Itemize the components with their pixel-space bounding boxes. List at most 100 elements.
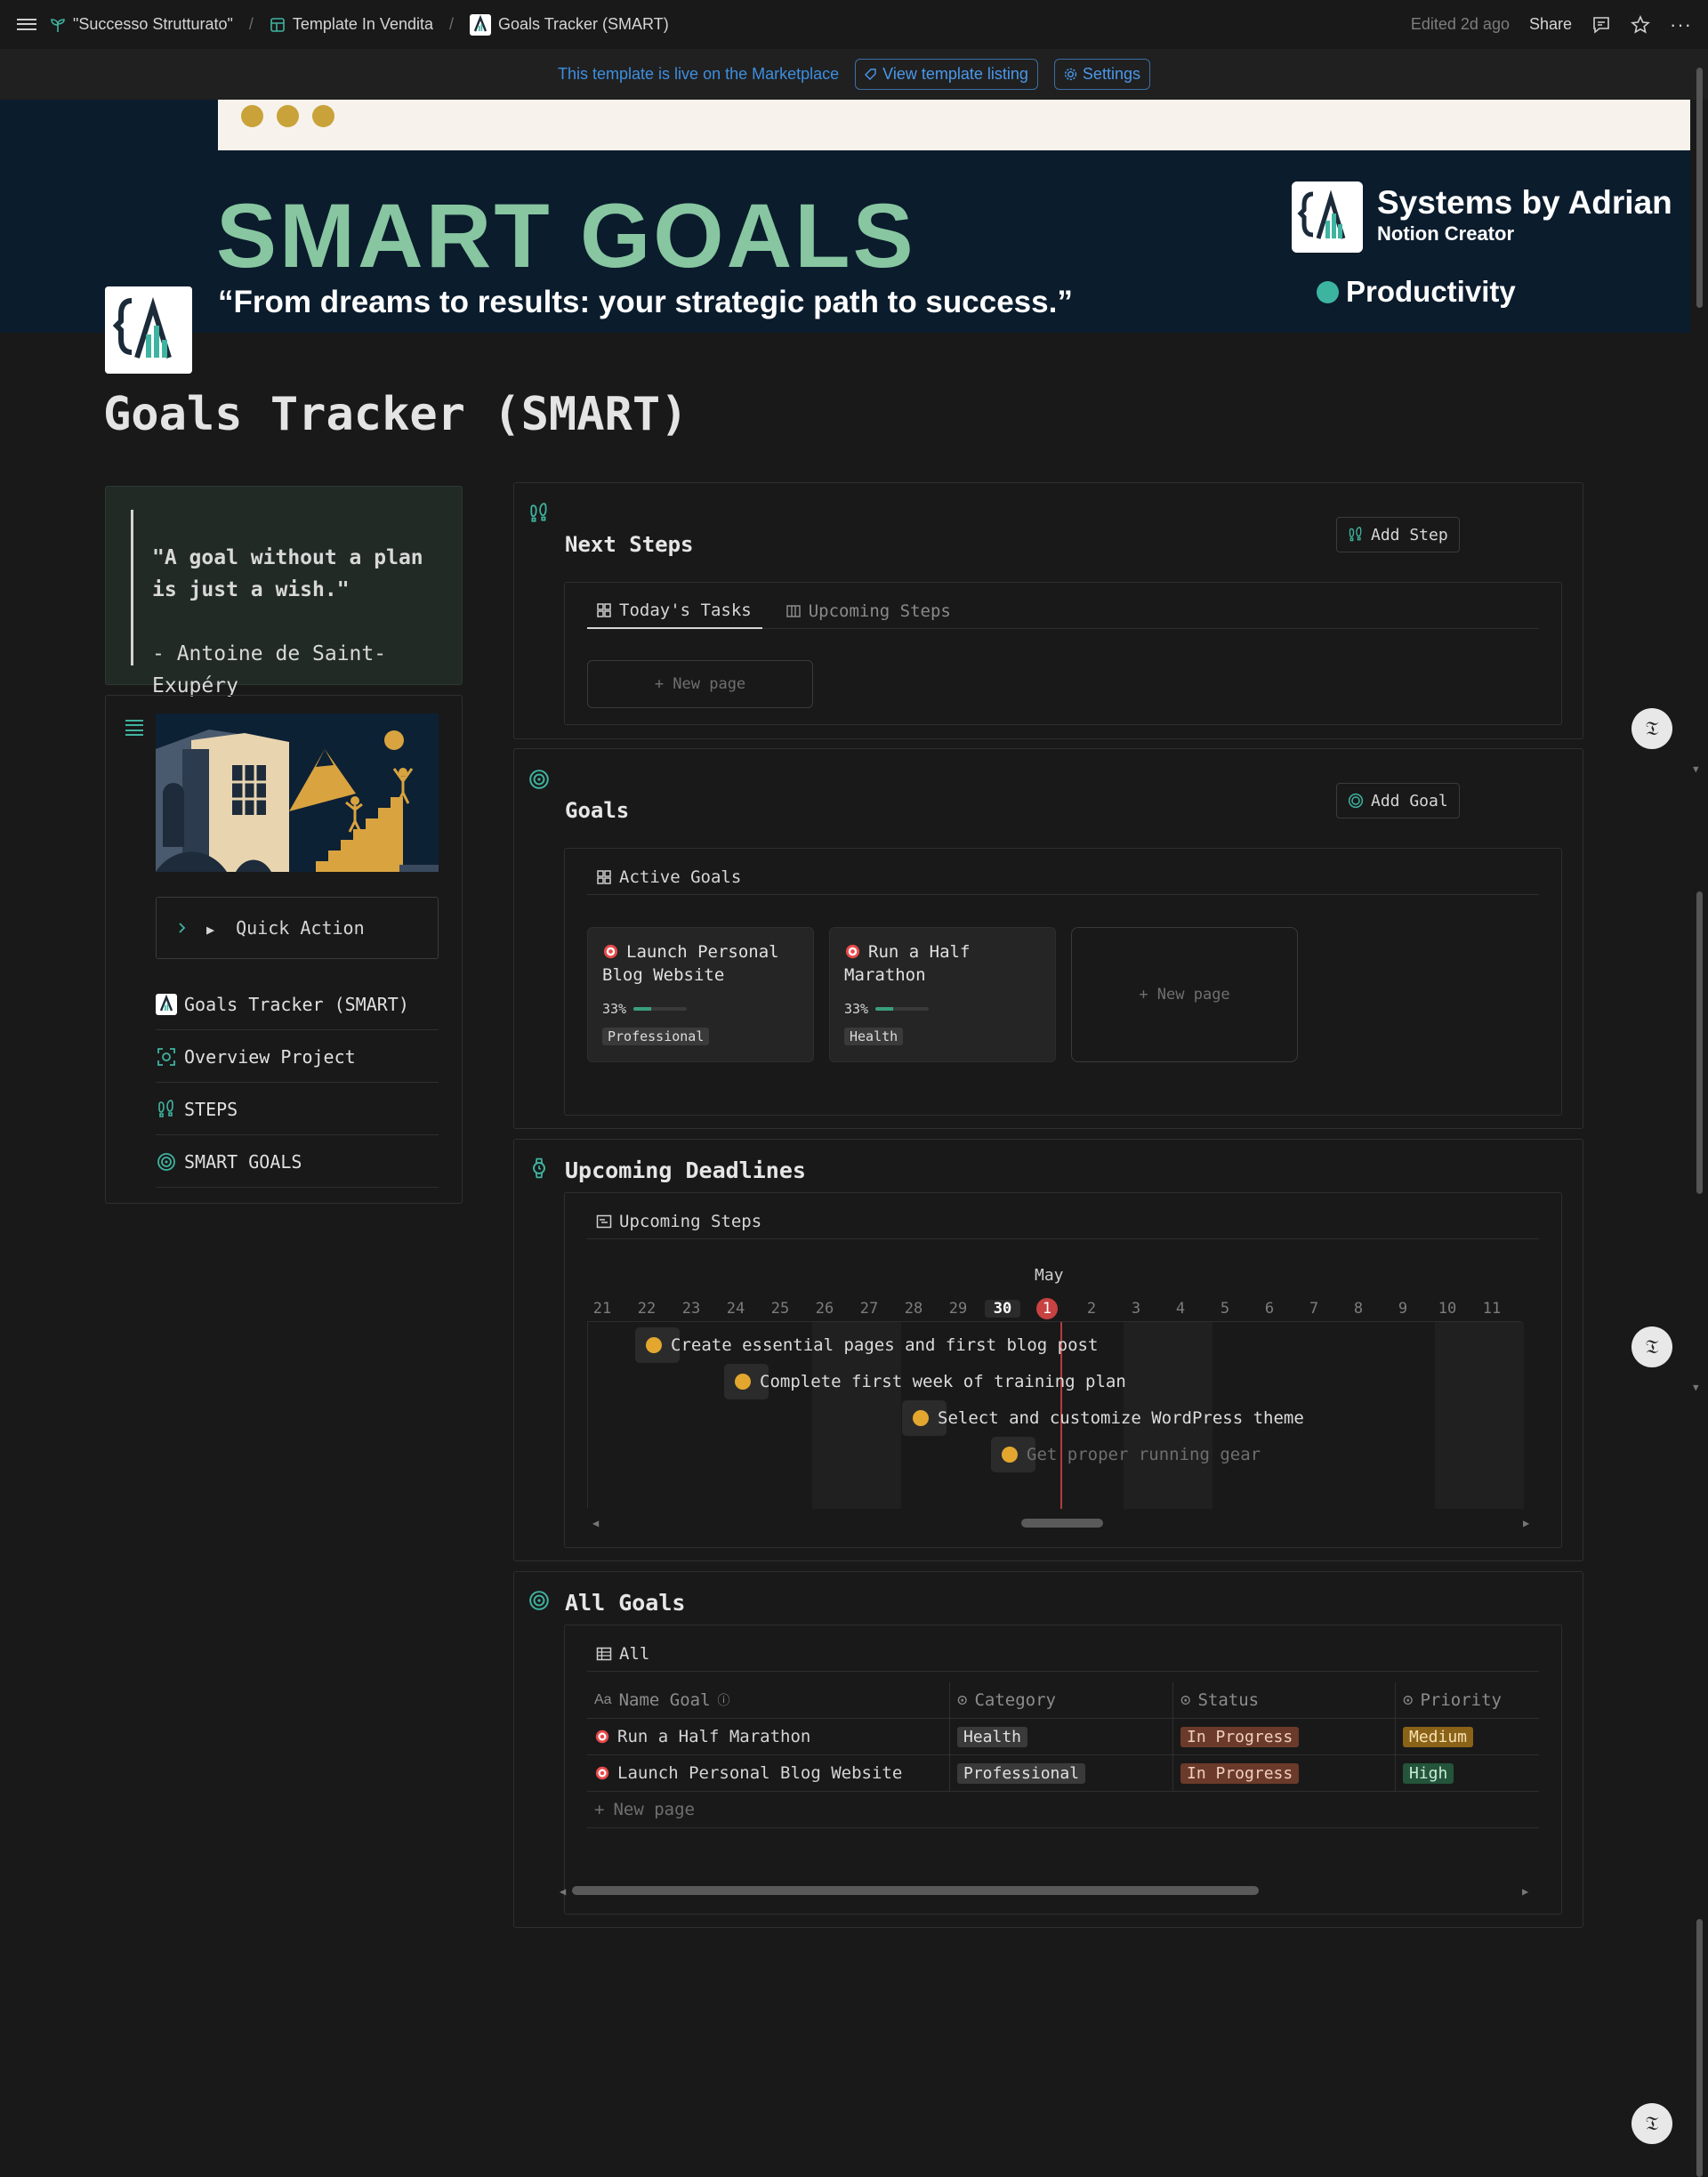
add-step-button[interactable]: Add Step — [1336, 517, 1460, 552]
scroll-left-arrow-icon[interactable]: ◀ — [560, 1885, 566, 1898]
horizontal-scrollbar[interactable] — [1021, 1519, 1103, 1528]
tab-upcoming-steps[interactable]: Upcoming Steps — [777, 593, 962, 629]
scrollbar-thumb[interactable] — [1696, 68, 1703, 308]
column-header-category[interactable]: ⊙ Category — [950, 1681, 1173, 1719]
text-type-icon: Aa — [594, 1692, 612, 1707]
all-goals-tabs: All — [587, 1636, 1539, 1672]
tag-icon — [865, 68, 876, 80]
scrollbar-thumb[interactable] — [1696, 1919, 1703, 2177]
tab-upcoming-steps-timeline[interactable]: Upcoming Steps — [587, 1204, 772, 1239]
scrollbar-thumb[interactable] — [1696, 891, 1703, 1194]
table-row[interactable]: Run a Half Marathon Health In Progress M… — [587, 1718, 1539, 1755]
new-page-row[interactable]: + New page — [587, 1792, 1539, 1828]
table-row[interactable]: Launch Personal Blog Website Professiona… — [587, 1754, 1539, 1792]
gear-icon — [1064, 68, 1077, 81]
horizontal-scrollbar[interactable] — [572, 1886, 1259, 1895]
timeline-day-label: 28 — [904, 1300, 923, 1318]
column-header-name[interactable]: Aa Name Goal ⓘ — [587, 1681, 950, 1719]
timeline-day-label: 2 — [1086, 1300, 1097, 1318]
progress-bar — [633, 1007, 688, 1011]
view-template-listing-button[interactable]: View template listing — [855, 59, 1038, 90]
scroll-right-arrow-icon[interactable]: ▶ — [1522, 1885, 1528, 1898]
new-page-button[interactable]: + New page — [587, 660, 813, 708]
scroll-right-arrow-icon[interactable]: ▶ — [1523, 1517, 1529, 1529]
timeline[interactable]: May 21 22 23 24 25 26 27 28 29 30 1 2 3 4 5 6 7 8 9 10 11 Cr… — [587, 1257, 1539, 1533]
ai-helper-button[interactable]: 𝔗 — [1631, 1326, 1672, 1367]
timeline-day-label: 7 — [1309, 1300, 1319, 1318]
timeline-task[interactable]: Complete first week of training plan — [724, 1364, 1126, 1399]
nav-item-smart-goals[interactable]: SMART GOALS — [156, 1136, 439, 1188]
breadcrumb-item-workspace[interactable]: "Successo Strutturato" — [50, 15, 233, 34]
column-header-status[interactable]: ⊙ Status — [1173, 1681, 1396, 1719]
clock-icon — [646, 1337, 662, 1353]
category-pill: Professional — [957, 1762, 1086, 1784]
select-type-icon: ⊙ — [1403, 1690, 1414, 1710]
breadcrumb: "Successo Strutturato" / Template In Ven… — [50, 13, 669, 36]
tag-dot-icon — [1317, 280, 1339, 303]
layout-icon — [270, 17, 285, 32]
timeline-task[interactable]: Get proper running gear — [991, 1437, 1261, 1472]
brand-role: Notion Creator — [1377, 222, 1514, 245]
board-icon — [786, 605, 801, 617]
nav-item-overview-project[interactable]: Overview Project — [156, 1031, 439, 1083]
page-cover[interactable]: SMART GOALS “From dreams to results: you… — [0, 100, 1690, 333]
timeline-task[interactable]: Select and customize WordPress theme — [902, 1400, 1304, 1436]
quote-author: - Antoine de Saint-Exupéry — [152, 642, 387, 697]
tab-todays-tasks[interactable]: Today's Tasks — [587, 593, 762, 629]
column-header-priority[interactable]: ⊙ Priority — [1396, 1682, 1539, 1719]
ai-helper-button[interactable]: 𝔗 — [1631, 708, 1672, 749]
navigation-box: ▶ Quick Action Goals Tracker (SMART) Ove… — [105, 695, 463, 1204]
page-title[interactable]: Goals Tracker (SMART) — [103, 388, 688, 441]
footsteps-icon — [530, 503, 547, 522]
add-goal-button[interactable]: Add Goal — [1336, 783, 1460, 818]
timeline-day-label: 24 — [726, 1300, 745, 1318]
goal-card[interactable]: Run a Half Marathon 33% Health — [829, 927, 1056, 1062]
nav-item-goals-tracker[interactable]: Goals Tracker (SMART) — [156, 979, 439, 1030]
timeline-day-label: 10 — [1438, 1300, 1457, 1318]
info-icon: ⓘ — [717, 1694, 730, 1708]
plus-icon: + — [594, 1800, 605, 1819]
gallery-icon — [597, 870, 611, 884]
marketplace-banner-text: This template is live on the Marketplace — [558, 65, 840, 83]
page-icon[interactable] — [105, 286, 192, 374]
tab-active-goals[interactable]: Active Goals — [587, 859, 752, 895]
marketplace-banner: This template is live on the Marketplace… — [0, 49, 1708, 100]
scroll-left-arrow-icon[interactable]: ◀ — [592, 1517, 599, 1529]
tab-all[interactable]: All — [587, 1636, 660, 1672]
new-page-card[interactable]: + New page — [1071, 927, 1298, 1062]
nav-item-steps[interactable]: STEPS — [156, 1084, 439, 1135]
timeline-day-label: 6 — [1264, 1300, 1275, 1318]
timeline-task[interactable]: Create essential pages and first blog po… — [635, 1327, 1098, 1363]
priority-pill: High — [1403, 1762, 1454, 1784]
comment-icon[interactable] — [1591, 15, 1611, 35]
timeline-day-label: 11 — [1482, 1300, 1502, 1318]
target-icon — [156, 1151, 177, 1173]
share-button[interactable]: Share — [1529, 15, 1572, 34]
more-options-icon[interactable]: ··· — [1670, 13, 1692, 36]
timeline-day-label: 27 — [859, 1300, 879, 1318]
timeline-day-label: 8 — [1353, 1300, 1364, 1318]
breadcrumb-item-template[interactable]: Template In Vendita — [270, 15, 433, 34]
timeline-day-label: 9 — [1398, 1300, 1408, 1318]
ai-helper-button[interactable]: 𝔗 — [1631, 2103, 1672, 2144]
vertical-scrollbar[interactable] — [1694, 64, 1704, 2177]
goal-card[interactable]: Launch Personal Blog Website 33% Profess… — [587, 927, 814, 1062]
footsteps-icon — [156, 1099, 177, 1120]
quote-bar — [131, 510, 133, 665]
timeline-day-label: 21 — [592, 1300, 612, 1318]
star-icon[interactable] — [1631, 14, 1650, 35]
category-tag: Professional — [602, 1028, 710, 1045]
template-settings-button[interactable]: Settings — [1053, 59, 1150, 90]
row-name[interactable]: Run a Half Marathon — [617, 1727, 810, 1746]
timeline-day-label: 23 — [681, 1300, 701, 1318]
goals-section: Goals Add Goal Active Goals Launch Perso… — [513, 748, 1583, 1129]
timeline-today-marker: 1 — [1036, 1298, 1058, 1319]
timeline-day-label: 29 — [948, 1300, 968, 1318]
row-name[interactable]: Launch Personal Blog Website — [617, 1763, 902, 1783]
breadcrumb-item-current[interactable]: Goals Tracker (SMART) — [470, 13, 669, 36]
all-goals-section: All Goals All Aa Name Goal ⓘ ⊙ Category ⊙ St… — [513, 1571, 1583, 1928]
progress-bar — [875, 1007, 930, 1011]
timeline-day-label: 22 — [637, 1300, 657, 1318]
sidebar-toggle-icon[interactable] — [16, 14, 37, 36]
quick-action-toggle[interactable]: ▶ Quick Action — [156, 897, 439, 959]
